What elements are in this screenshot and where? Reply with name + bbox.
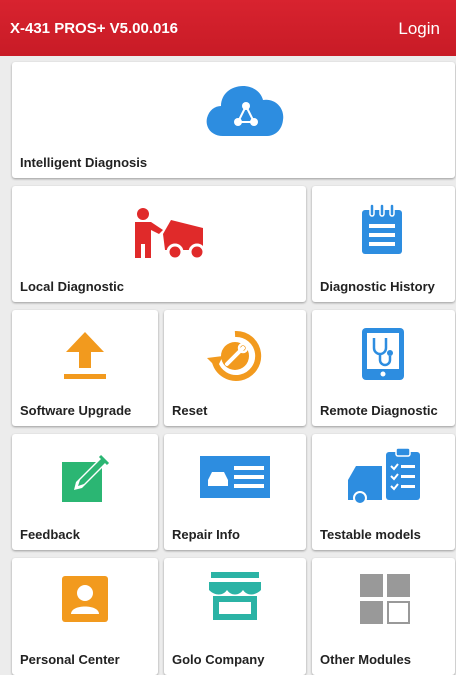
car-checklist-icon [348,447,420,504]
tile-testable-models[interactable]: Testable models [312,434,455,550]
tile-label: Diagnostic History [320,279,435,294]
tile-label: Repair Info [172,527,240,542]
tile-remote-diagnostic[interactable]: Remote Diagnostic [312,310,455,426]
stethoscope-tablet-icon [362,328,404,380]
tile-local-diagnostic[interactable]: Local Diagnostic [12,186,306,302]
app-title: X-431 PROS+ V5.00.016 [10,20,179,37]
tile-feedback[interactable]: Feedback [12,434,158,550]
wrench-reset-icon [207,330,262,381]
tile-personal-center[interactable]: Personal Center [12,558,158,675]
mechanic-car-icon [135,208,206,261]
tile-golo-company[interactable]: Golo Company [164,558,306,675]
tile-label: Golo Company [172,652,265,667]
storefront-icon [209,572,261,620]
tile-label: Remote Diagnostic [320,403,438,418]
tile-label: Local Diagnostic [20,279,125,294]
tile-label: Personal Center [20,652,120,667]
car-document-icon [200,456,270,498]
tile-other-modules[interactable]: Other Modules [312,558,455,675]
tile-label: Software Upgrade [20,403,132,418]
edit-pencil-icon [62,454,110,502]
tile-label: Testable models [320,527,421,542]
tile-label: Reset [172,403,208,418]
tile-diagnostic-history[interactable]: Diagnostic History [312,186,455,302]
login-button[interactable]: Login [398,19,440,39]
cloud-share-icon [206,86,284,136]
tile-repair-info[interactable]: Repair Info [164,434,306,550]
tile-intelligent-diagnosis[interactable]: Intelligent Diagnosis [12,62,455,178]
grid-modules-icon [360,574,410,624]
top-bar: X-431 PROS+ V5.00.016 Login [0,0,456,56]
tile-reset[interactable]: Reset [164,310,306,426]
tile-software-upgrade[interactable]: Software Upgrade [12,310,158,426]
tile-label: Feedback [20,527,80,542]
tile-label: Intelligent Diagnosis [20,155,148,170]
user-card-icon [62,576,108,622]
tile-label: Other Modules [320,652,412,667]
notepad-icon [362,203,402,254]
upload-arrow-icon [64,332,106,379]
